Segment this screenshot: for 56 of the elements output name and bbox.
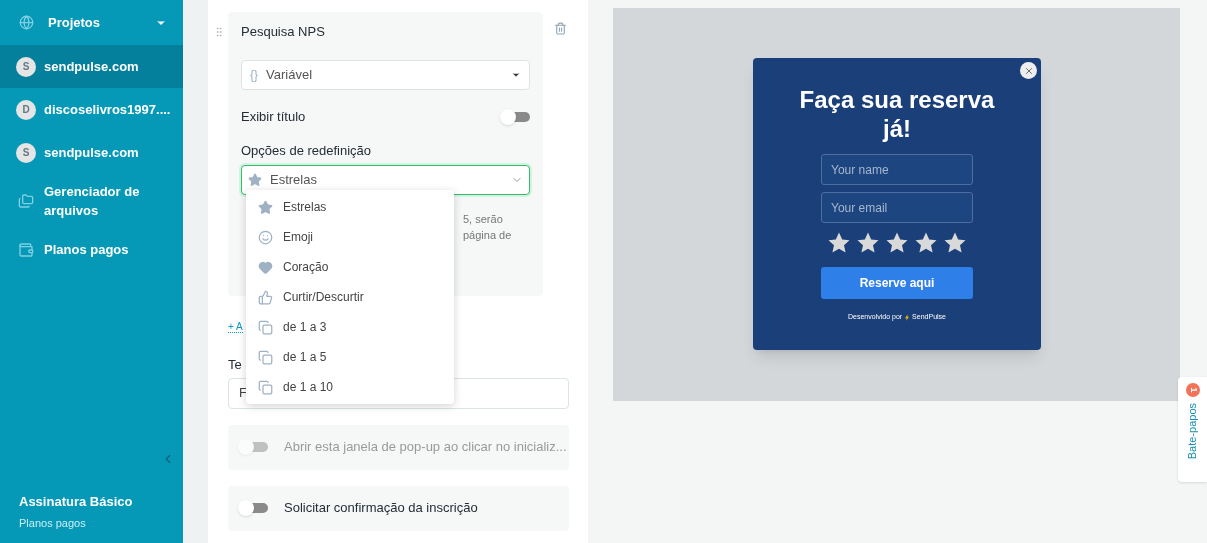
star-icon[interactable] — [943, 231, 967, 255]
star-icon[interactable] — [885, 231, 909, 255]
input-field[interactable]: Your email — [821, 192, 973, 223]
dropdown-option[interactable]: de 1 a 10 — [246, 372, 454, 402]
options-select[interactable]: Estrelas — [241, 165, 530, 195]
sidebar-item[interactable]: S sendpulse.com — [0, 131, 183, 174]
avatar: S — [16, 142, 36, 163]
hint-text: 5, serão — [463, 212, 504, 227]
bolt-icon — [905, 313, 910, 321]
braces-icon: {} — [250, 66, 258, 84]
dropdown-option[interactable]: Curtir/Descurtir — [246, 282, 454, 312]
stacked-squares-icon — [258, 319, 273, 335]
field-label: Te — [228, 356, 242, 374]
smiley-icon — [258, 229, 273, 245]
star-icon[interactable] — [856, 231, 880, 255]
toggle-label: Abrir esta janela de pop-up ao clicar no inicializ... — [284, 438, 567, 457]
avatar: D — [16, 99, 36, 120]
input-field[interactable]: Your name — [821, 154, 973, 185]
dropdown-option[interactable]: Emoji — [246, 222, 454, 252]
chat-tab[interactable]: 1 Bate-papos — [1178, 377, 1207, 482]
folders-icon — [18, 193, 34, 209]
star-icon[interactable] — [827, 231, 851, 255]
reserve-button[interactable]: Reserve aqui — [821, 267, 973, 299]
stacked-squares-icon — [258, 349, 273, 365]
heart-icon — [258, 259, 273, 275]
plan-name: Assinatura Básico — [19, 493, 134, 511]
sidebar-item[interactable]: S sendpulse.com — [0, 45, 183, 88]
toggle-switch[interactable] — [500, 108, 530, 125]
trash-icon[interactable] — [554, 22, 567, 35]
drag-handle-icon[interactable] — [213, 25, 225, 39]
close-icon — [1023, 65, 1034, 76]
chat-label: Bate-papos — [1185, 403, 1200, 460]
block-title: Pesquisa NPS — [241, 23, 326, 40]
hint-text: página de — [463, 228, 513, 243]
globe-icon — [19, 15, 34, 30]
field-label: Exibir título — [241, 108, 306, 126]
dropdown-option[interactable]: Estrelas — [246, 192, 454, 222]
thumbs-up-icon — [258, 289, 273, 305]
caret-icon — [511, 70, 521, 80]
dropdown-option[interactable]: de 1 a 5 — [246, 342, 454, 372]
avatar: S — [16, 56, 36, 77]
sidebar-item[interactable]: D discoselivros1997.... — [0, 88, 183, 131]
variable-select[interactable]: {} Variável — [241, 60, 530, 90]
star-icon — [258, 199, 273, 215]
dropdown-option[interactable]: Coração — [246, 252, 454, 282]
popup-title: Faça sua reserva já! — [798, 85, 996, 143]
wallet-icon — [18, 241, 34, 258]
field-label: Opções de redefinição — [241, 141, 373, 160]
close-button[interactable] — [1020, 62, 1037, 79]
toggle-label: Solicitar confirmação da inscrição — [284, 499, 478, 518]
star-icon — [248, 173, 262, 187]
star-icon[interactable] — [914, 231, 938, 255]
toggle-switch[interactable] — [238, 500, 268, 516]
dropdown-option[interactable]: de 1 a 3 — [246, 312, 454, 342]
chat-badge: 1 — [1185, 383, 1200, 397]
stacked-squares-icon — [258, 379, 273, 395]
